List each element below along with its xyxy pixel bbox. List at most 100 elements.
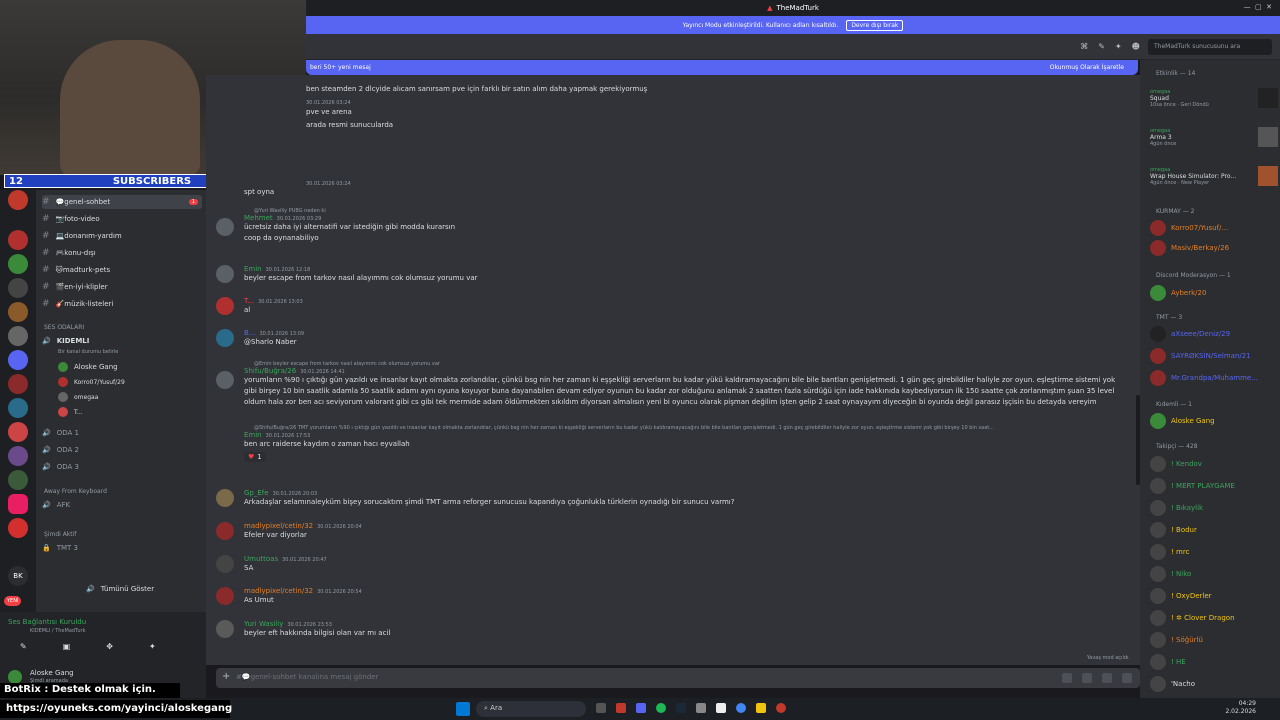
avatar[interactable] xyxy=(216,620,234,638)
member-item[interactable]: ! HE xyxy=(1150,654,1278,670)
clock[interactable]: 04:29 2.02.2026 xyxy=(1225,700,1256,716)
member-item[interactable]: ! ✲ Clover Dragon xyxy=(1150,610,1278,626)
server-icon[interactable] xyxy=(8,518,28,538)
member-item[interactable]: Korro07/Yusuf/... xyxy=(1150,220,1278,236)
author-name[interactable]: B... xyxy=(244,329,255,337)
notification-icon[interactable]: ✎ xyxy=(1098,42,1105,51)
soundboard-icon[interactable]: ✦ xyxy=(149,642,156,651)
activity-card[interactable]: omegaa Arma 3 4gün önce xyxy=(1150,127,1278,147)
author-name[interactable]: Umuttoas xyxy=(244,555,278,563)
server-icon[interactable] xyxy=(8,350,28,370)
new-messages-bar[interactable]: beri 50+ yeni mesaj Okunmuş Olarak İşare… xyxy=(306,60,1138,75)
avatar[interactable] xyxy=(216,587,234,605)
member-item[interactable]: ! MERT PLAYGAME xyxy=(1150,478,1278,494)
server-icon[interactable] xyxy=(8,302,28,322)
author-name[interactable]: T... xyxy=(244,297,254,305)
app-icon[interactable] xyxy=(696,703,706,713)
avatar[interactable] xyxy=(216,218,234,236)
member-item[interactable]: ! Kendov xyxy=(1150,456,1278,472)
member-item[interactable]: ! Bıkaylik xyxy=(1150,500,1278,516)
gift-icon[interactable] xyxy=(1062,673,1072,683)
message-input[interactable]: + #💬genel-sohbet kanalına mesaj gönder xyxy=(216,668,1140,688)
screen-share-icon[interactable]: ▣ xyxy=(63,642,71,651)
camera-icon[interactable]: ✎ xyxy=(20,642,27,651)
server-icon[interactable] xyxy=(8,494,28,514)
server-icon[interactable] xyxy=(8,254,28,274)
server-initials-bk[interactable]: BK xyxy=(8,566,28,586)
member-item[interactable]: ! Söğürlü xyxy=(1150,632,1278,648)
member-item[interactable]: Mr.Grandpa/Muhamme... xyxy=(1150,370,1278,386)
members-icon[interactable]: ☻ xyxy=(1132,42,1140,51)
avatar[interactable] xyxy=(216,489,234,507)
voice-user[interactable]: Aloske Gang xyxy=(58,360,218,374)
discord-icon[interactable] xyxy=(636,703,646,713)
avatar[interactable] xyxy=(216,329,234,347)
author-name[interactable]: madlypixel/cetin/32 xyxy=(244,587,313,595)
sticker-icon[interactable] xyxy=(1102,673,1112,683)
mark-as-read-button[interactable]: Okunmuş Olarak İşaretle xyxy=(1050,64,1124,71)
voice-user[interactable]: omegaa xyxy=(58,390,218,404)
voice-channel-tmt3[interactable]: 🔒 TMT 3 xyxy=(42,541,202,555)
activity-card[interactable]: omegaa Squad 10sa önce · Geri Döndü xyxy=(1150,88,1278,108)
avatar[interactable] xyxy=(8,670,22,684)
channel-item[interactable]: # 🎸müzik-listeleri xyxy=(42,297,202,311)
avatar[interactable] xyxy=(216,265,234,283)
voice-channel-oda2[interactable]: 🔊 ODA 2 xyxy=(42,443,202,457)
threads-icon[interactable]: ⌘ xyxy=(1080,42,1088,51)
pin-icon[interactable]: ✦ xyxy=(1115,42,1122,51)
server-icon[interactable] xyxy=(8,230,28,250)
author-name[interactable]: madlypixel/cetin/32 xyxy=(244,522,313,530)
member-item[interactable]: ! Bodur xyxy=(1150,522,1278,538)
reaction[interactable]: ♥ 1 xyxy=(244,452,266,462)
member-item[interactable]: SAYRØKSİN/Selman/21 xyxy=(1150,348,1278,364)
channel-item[interactable]: # 💬genel-sohbet 1 xyxy=(42,195,202,209)
server-icon[interactable] xyxy=(8,374,28,394)
spotify-icon[interactable] xyxy=(656,703,666,713)
member-item[interactable]: aXseee/Deniz/29 xyxy=(1150,326,1278,342)
author-name[interactable]: Gp_Efe xyxy=(244,489,269,497)
window-controls[interactable]: — ▢ ✕ xyxy=(1244,3,1272,11)
disable-streamer-mode-button[interactable]: Devre dışı bırak xyxy=(846,19,904,31)
channel-item[interactable]: # 🐱madturk-pets xyxy=(42,263,202,277)
activity-card[interactable]: omegaa Wrap House Simulator: Pro... 4gün ö… xyxy=(1150,166,1278,186)
app-icon[interactable] xyxy=(776,703,786,713)
avatar[interactable] xyxy=(216,371,234,389)
steam-icon[interactable] xyxy=(676,703,686,713)
activity-icon[interactable]: ✥ xyxy=(106,642,113,651)
channel-item[interactable]: # 🎬en-iyi-klipler xyxy=(42,280,202,294)
chrome-icon[interactable] xyxy=(736,703,746,713)
app-icon[interactable] xyxy=(716,703,726,713)
taskbar-search[interactable]: ⌕ Ara xyxy=(476,701,586,717)
channel-item[interactable]: # 📷foto-video xyxy=(42,212,202,226)
avatar[interactable] xyxy=(216,555,234,573)
avatar[interactable] xyxy=(216,522,234,540)
emoji-icon[interactable] xyxy=(1122,673,1132,683)
member-item[interactable]: Ayberk/20 xyxy=(1150,285,1278,301)
author-name[interactable]: Mehmet xyxy=(244,214,273,222)
gif-icon[interactable] xyxy=(1082,673,1092,683)
voice-channel-afk[interactable]: 🔊 AFK xyxy=(42,498,202,512)
voice-user[interactable]: Korro07/Yusuf/29 xyxy=(58,375,218,389)
member-item[interactable]: ! OxyDerler xyxy=(1150,588,1278,604)
author-name[interactable]: Shifu/Buğra/26 xyxy=(244,367,296,375)
server-icon[interactable] xyxy=(8,278,28,298)
author-name[interactable]: Emin xyxy=(244,265,262,273)
channel-item[interactable]: # 🎮konu-dışı xyxy=(42,246,202,260)
channel-item[interactable]: # 💻donanım-yardım xyxy=(42,229,202,243)
avatar[interactable] xyxy=(216,297,234,315)
server-icon[interactable] xyxy=(8,470,28,490)
voice-channel-oda1[interactable]: 🔊 ODA 1 xyxy=(42,426,202,440)
member-item[interactable]: ! Niko xyxy=(1150,566,1278,582)
member-item[interactable]: Masiv/Berkay/26 xyxy=(1150,240,1278,256)
add-attachment-icon[interactable]: + xyxy=(222,671,230,682)
member-item[interactable]: ! mrc xyxy=(1150,544,1278,560)
member-item[interactable]: 'Nacho xyxy=(1150,676,1278,692)
server-icon[interactable] xyxy=(8,398,28,418)
app-icon[interactable] xyxy=(616,703,626,713)
app-icon[interactable] xyxy=(596,703,606,713)
server-icon[interactable] xyxy=(8,190,28,210)
windows-start-icon[interactable] xyxy=(456,702,470,716)
server-icon[interactable] xyxy=(8,326,28,346)
member-item[interactable]: Aloske Gang xyxy=(1150,413,1278,429)
server-icon[interactable] xyxy=(8,422,28,442)
